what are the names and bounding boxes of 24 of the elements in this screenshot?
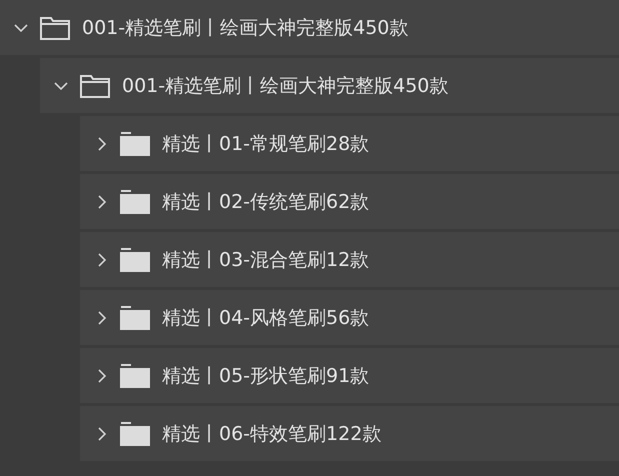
folder-name: 精选丨04-风格笔刷56款 <box>162 306 370 330</box>
folder-icon <box>120 422 150 446</box>
folder-icon <box>120 132 150 156</box>
folder-name: 001-精选笔刷丨绘画大神完整版450款 <box>82 16 408 40</box>
folder-name: 精选丨06-特效笔刷122款 <box>162 422 382 446</box>
folder-name: 001-精选笔刷丨绘画大神完整版450款 <box>122 74 448 98</box>
folder-icon <box>120 190 150 214</box>
folder-icon <box>120 306 150 330</box>
folder-name: 精选丨05-形状笔刷91款 <box>162 364 370 388</box>
folder-row[interactable]: 001-精选笔刷丨绘画大神完整版450款 <box>0 0 619 55</box>
folder-row[interactable]: 001-精选笔刷丨绘画大神完整版450款 <box>40 58 619 113</box>
folder-name: 精选丨01-常规笔刷28款 <box>162 132 370 156</box>
folder-row[interactable]: 精选丨02-传统笔刷62款 <box>80 174 619 229</box>
folder-row[interactable]: 精选丨03-混合笔刷12款 <box>80 232 619 287</box>
folder-row[interactable]: 精选丨05-形状笔刷91款 <box>80 348 619 403</box>
folder-icon <box>40 16 70 40</box>
folder-name: 精选丨02-传统笔刷62款 <box>162 190 370 214</box>
folder-row[interactable]: 精选丨06-特效笔刷122款 <box>80 406 619 461</box>
folder-row[interactable]: 精选丨01-常规笔刷28款 <box>80 116 619 171</box>
folder-icon <box>120 364 150 388</box>
folder-icon <box>80 74 110 98</box>
folder-row[interactable]: 精选丨04-风格笔刷56款 <box>80 290 619 345</box>
folder-name: 精选丨03-混合笔刷12款 <box>162 248 370 272</box>
folder-icon <box>120 248 150 272</box>
